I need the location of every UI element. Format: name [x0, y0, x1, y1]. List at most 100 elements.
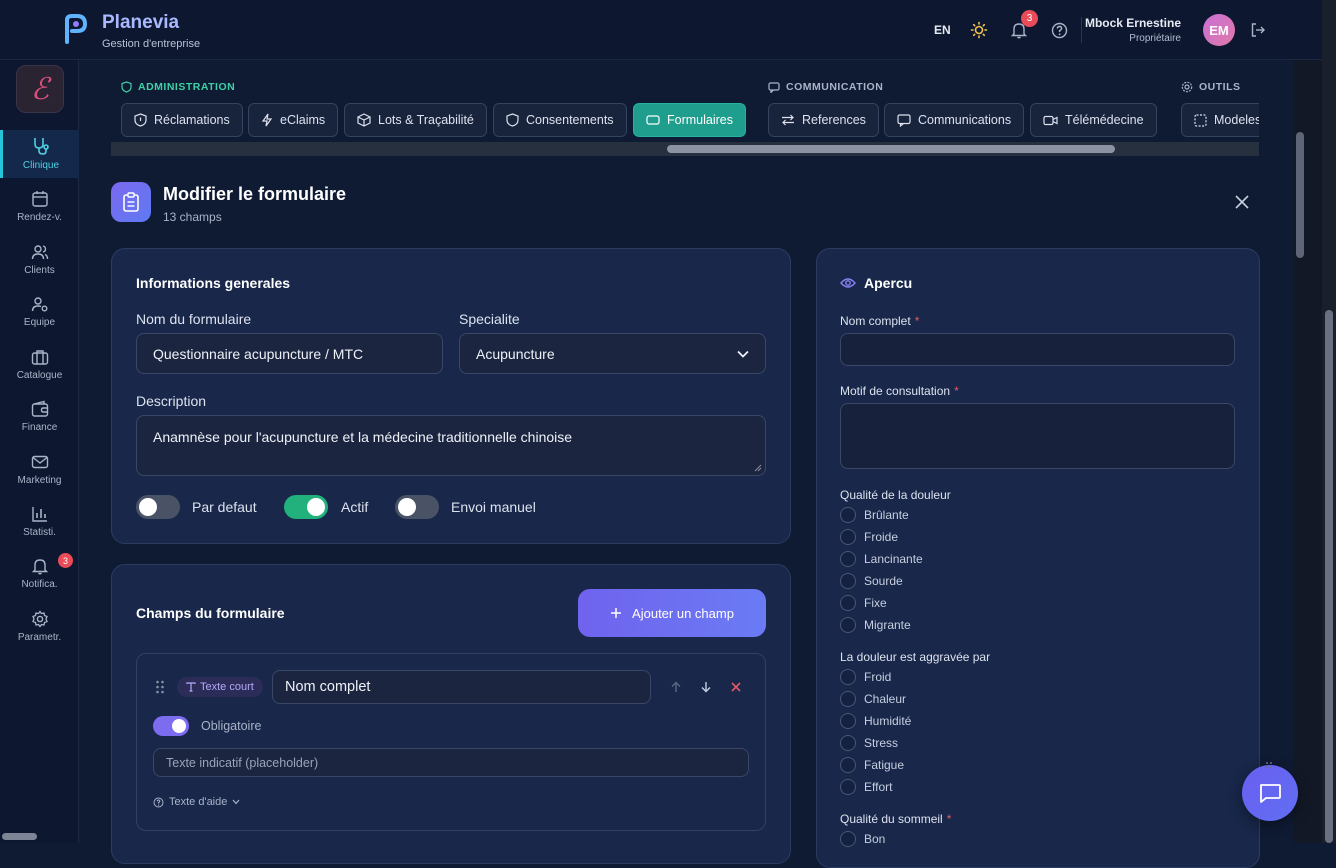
radio-option[interactable]: [840, 595, 856, 611]
tab-communications[interactable]: Communications: [884, 103, 1025, 137]
field-name-input[interactable]: Nom complet: [272, 670, 651, 704]
radio-option-label: Migrante: [864, 618, 911, 632]
sidebar-item-label: Equipe: [23, 317, 56, 328]
resize-handle-icon[interactable]: [753, 463, 762, 472]
clipboard-icon: [111, 182, 151, 222]
tab-references[interactable]: References: [768, 103, 879, 137]
radio-option[interactable]: [840, 573, 856, 589]
radio-option-label: Bon: [864, 832, 886, 846]
brand-logo-icon: [65, 14, 88, 44]
sidebar-item-parametres[interactable]: Parametr.: [0, 604, 79, 652]
radio-option[interactable]: [840, 713, 856, 729]
sidebar-scrollbar[interactable]: [2, 833, 37, 840]
stethoscope-icon: [34, 138, 49, 155]
preview-question-name: Nom complet *: [840, 314, 920, 328]
sidebar-item-clinique[interactable]: Clinique: [0, 130, 79, 178]
form-name-input[interactable]: Questionnaire acupuncture / MTC: [136, 333, 443, 374]
radio-option[interactable]: [840, 735, 856, 751]
lightning-icon: [261, 113, 273, 127]
description-textarea[interactable]: Anamnèse pour l'acupuncture et la médeci…: [136, 415, 766, 476]
radio-option[interactable]: [840, 831, 856, 847]
content-scrollbar-thumb[interactable]: [1296, 132, 1304, 258]
help-icon[interactable]: [1049, 20, 1069, 40]
group-label-administration: ADMINISTRATION: [121, 81, 235, 93]
required-toggle[interactable]: [153, 716, 189, 736]
sidebar-item-finance[interactable]: Finance: [0, 394, 79, 442]
drag-handle-icon[interactable]: [155, 680, 165, 694]
top-bar: Planevia Gestion d'entreprise EN 3 Mbock…: [0, 0, 1322, 60]
radio-option-label: Stress: [864, 736, 899, 750]
radio-option-label: Chaleur: [864, 692, 907, 706]
sidebar-item-statistiques[interactable]: Statisti.: [0, 499, 79, 547]
radio-option-label: Froid: [864, 670, 892, 684]
eye-icon: [840, 278, 856, 288]
field-type-chip: Texte court: [177, 677, 263, 697]
tab-modeles[interactable]: Modeles: [1181, 103, 1259, 137]
message-icon: [897, 113, 911, 127]
description-value: Anamnèse pour l'acupuncture et la médeci…: [153, 429, 573, 445]
default-toggle[interactable]: [136, 495, 180, 519]
radio-option-label: Froide: [864, 530, 899, 544]
sidebar-item-rendez-vous[interactable]: Rendez-v.: [0, 184, 79, 232]
tabs-scrollbar-thumb[interactable]: [667, 145, 1115, 153]
plus-icon: [611, 608, 622, 618]
shield-icon: [121, 81, 132, 93]
text-type-icon: [186, 682, 196, 692]
tab-eclaims[interactable]: eClaims: [248, 103, 339, 137]
placeholder-input[interactable]: Texte indicatif (placeholder): [153, 748, 749, 777]
move-up-icon[interactable]: [670, 681, 682, 693]
sidebar-item-clients[interactable]: Clients: [0, 237, 79, 285]
radio-option[interactable]: [840, 757, 856, 773]
radio-option[interactable]: [840, 529, 856, 545]
help-text-toggle[interactable]: Texte d'aide: [153, 796, 240, 808]
active-toggle[interactable]: [284, 495, 328, 519]
radio-option[interactable]: [840, 669, 856, 685]
sidebar-notif-badge: 3: [58, 553, 73, 568]
specialty-select[interactable]: Acupuncture: [459, 333, 766, 374]
chat-icon: [1260, 784, 1281, 803]
sidebar-item-equipe[interactable]: Equipe: [0, 289, 79, 337]
mail-icon: [31, 455, 48, 469]
logout-icon[interactable]: [1248, 20, 1268, 40]
company-logo[interactable]: ℰ: [16, 65, 64, 113]
page-scrollbar[interactable]: [1322, 0, 1336, 843]
preview-motif-textarea[interactable]: [840, 403, 1235, 469]
sidebar-item-label: Rendez-v.: [17, 212, 62, 223]
radio-option-label: Lancinante: [864, 552, 923, 566]
tab-telemedecine[interactable]: Télémédecine: [1030, 103, 1157, 137]
sidebar-item-label: Clinique: [22, 160, 60, 171]
tab-lots-tracabilite[interactable]: Lots & Traçabilité: [344, 103, 487, 137]
calendar-icon: [31, 191, 48, 207]
radio-option[interactable]: [840, 507, 856, 523]
tab-consentements[interactable]: Consentements: [493, 103, 627, 137]
sidebar-item-notifications[interactable]: Notifica. 3: [0, 551, 79, 599]
radio-option[interactable]: [840, 551, 856, 567]
tab-formulaires[interactable]: Formulaires: [633, 103, 746, 137]
radio-option[interactable]: [840, 779, 856, 795]
preview-name-input[interactable]: [840, 333, 1235, 366]
users-icon: [31, 245, 48, 260]
language-toggle[interactable]: EN: [934, 23, 951, 37]
delete-field-icon[interactable]: [731, 682, 741, 692]
radio-option[interactable]: [840, 691, 856, 707]
drag-handle-icon[interactable]: [1265, 761, 1273, 771]
header-divider: [1081, 17, 1082, 43]
preview-title: Apercu: [864, 275, 913, 291]
page-scrollbar-thumb[interactable]: [1325, 310, 1333, 843]
shield-icon: [506, 113, 519, 127]
manual-send-toggle[interactable]: [395, 495, 439, 519]
radio-option[interactable]: [840, 617, 856, 633]
content-scrollbar[interactable]: [1293, 60, 1322, 843]
add-field-button[interactable]: Ajouter un champ: [578, 589, 766, 637]
close-icon[interactable]: [1232, 192, 1252, 212]
avatar[interactable]: EM: [1203, 14, 1235, 46]
theme-sun-icon[interactable]: [969, 20, 989, 40]
tab-reclamations[interactable]: Réclamations: [121, 103, 243, 137]
chat-button[interactable]: [1242, 765, 1298, 821]
sidebar-item-marketing[interactable]: Marketing: [0, 447, 79, 495]
sidebar-item-catalogue[interactable]: Catalogue: [0, 342, 79, 390]
shield-icon: [134, 113, 147, 127]
move-down-icon[interactable]: [700, 681, 712, 693]
placeholder-input-hint: Texte indicatif (placeholder): [166, 755, 319, 770]
chevron-down-icon: [737, 350, 749, 358]
